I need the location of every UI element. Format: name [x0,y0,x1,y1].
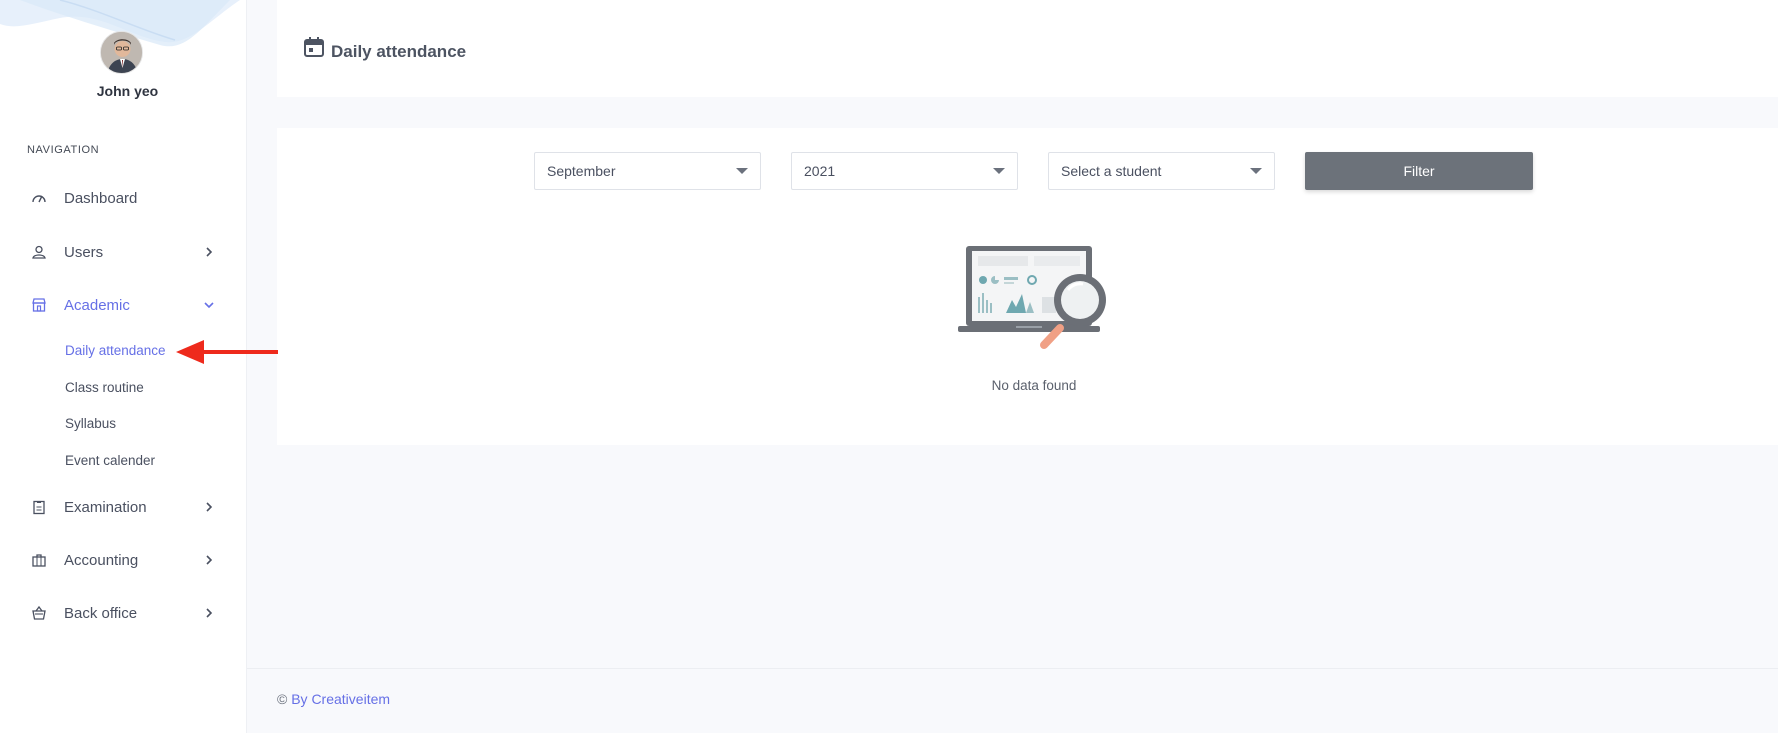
briefcase-icon [27,548,51,572]
caret-down-icon [993,168,1005,174]
user-icon [27,240,51,264]
sidebar-item-label: Examination [64,498,147,516]
filter-card: September 2021 Select a student Filter N… [277,128,1778,445]
sidebar-subitem-class-routine[interactable]: Class routine [65,380,144,395]
sidebar-subitem-daily-attendance[interactable]: Daily attendance [65,343,166,358]
user-name: John yeo [96,83,159,99]
page-title: Daily attendance [331,42,467,61]
empty-state-message: No data found [991,378,1077,393]
app-root: John yeo NAVIGATION Dashboard Users Acad… [0,0,1778,733]
month-select[interactable]: September [534,152,761,190]
footer: © By Creativeitem [247,668,1778,733]
sidebar-item-users[interactable]: Users [27,237,217,267]
caret-down-icon [1250,168,1262,174]
creativeitem-link[interactable]: By Creativeitem [291,691,390,707]
sidebar-item-dashboard[interactable]: Dashboard [27,183,217,213]
sidebar-item-label: Academic [64,296,130,314]
copyright-symbol: © [277,691,288,707]
month-select-value: September [547,163,616,179]
chevron-right-icon [206,502,213,512]
chevron-right-icon [206,608,213,618]
filter-button[interactable]: Filter [1305,152,1533,190]
no-data-illustration [958,246,1106,349]
chevron-right-icon [206,555,213,565]
year-select[interactable]: 2021 [791,152,1018,190]
sidebar-item-back-office[interactable]: Back office [27,598,217,628]
footer-text: © By Creativeitem [277,691,390,707]
sidebar-item-examination[interactable]: Examination [27,492,217,522]
sidebar-item-label: Back office [64,604,138,622]
avatar[interactable] [100,31,143,74]
student-select-placeholder: Select a student [1061,163,1162,179]
sidebar-item-academic[interactable]: Academic [27,290,217,320]
red-arrow-annotation [176,340,278,364]
sidebar-subitem-event-calender[interactable]: Event calender [65,453,155,468]
clipboard-icon [27,495,51,519]
sidebar-item-label: Users [64,243,104,261]
sidebar-item-accounting[interactable]: Accounting [27,545,217,575]
sidebar-item-label: Dashboard [64,189,138,207]
school-icon [27,293,51,317]
student-select[interactable]: Select a student [1048,152,1275,190]
basket-icon [27,601,51,625]
page-header: Daily attendance [277,0,1778,97]
chevron-down-icon [204,302,214,309]
calendar-icon [304,37,324,57]
sidebar-subitem-syllabus[interactable]: Syllabus [65,416,116,431]
year-select-value: 2021 [804,163,836,179]
sidebar-item-label: Accounting [64,551,139,569]
chevron-right-icon [206,247,213,257]
gauge-icon [27,186,51,210]
sidebar: John yeo NAVIGATION Dashboard Users Acad… [0,0,247,733]
caret-down-icon [736,168,748,174]
nav-section-title: NAVIGATION [27,144,100,156]
